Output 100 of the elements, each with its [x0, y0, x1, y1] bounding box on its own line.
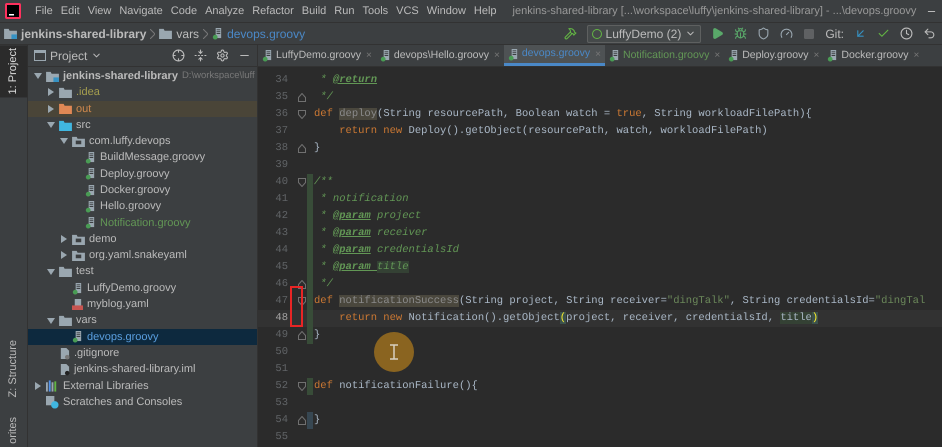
unfold-end-icon[interactable] — [298, 416, 306, 425]
debug-icon[interactable] — [734, 27, 748, 40]
coverage-icon[interactable] — [757, 27, 770, 40]
collapsed-arrow-icon[interactable] — [46, 88, 54, 96]
menu-item[interactable]: Build — [302, 2, 326, 20]
unfold-end-icon[interactable] — [298, 280, 306, 289]
tree-item[interactable]: LuffyDemo.groovy — [87, 280, 176, 296]
menu-item[interactable]: Edit — [60, 2, 80, 20]
menu-item[interactable]: Help — [474, 2, 497, 20]
menu-item[interactable]: File — [35, 2, 53, 20]
collapsed-arrow-icon[interactable] — [60, 251, 68, 260]
tree-item[interactable]: Notification.groovy — [100, 214, 190, 232]
line-number: 35 — [274, 90, 288, 105]
menu-item[interactable]: Navigate — [119, 2, 163, 20]
expanded-arrow-icon[interactable] — [46, 121, 54, 130]
menu-item[interactable]: Refactor — [252, 2, 294, 20]
tree-item[interactable]: Docker.groovy — [100, 182, 170, 198]
groovy-file-icon — [827, 49, 838, 62]
code-line: def notificationSuccess(String project, String receiver="dingTalk", String credentialsId="dingTal — [314, 294, 926, 309]
groovy-file-icon — [508, 48, 519, 60]
tree-item[interactable]: src — [76, 116, 91, 134]
line-number: 38 — [274, 140, 288, 156]
tree-item[interactable]: test — [76, 263, 94, 280]
panel-icon — [34, 50, 46, 61]
menu-item[interactable]: Window — [426, 2, 466, 20]
folder-icon — [59, 266, 72, 278]
text-cursor-icon — [374, 332, 414, 372]
collapsed-arrow-icon[interactable] — [60, 235, 68, 244]
update-icon[interactable] — [854, 27, 867, 40]
collapse-icon[interactable] — [194, 49, 207, 62]
tree-item[interactable]: jenkins-shared-library.iml — [74, 361, 196, 378]
fold-icon[interactable] — [298, 382, 306, 391]
code-line: * @param credentialsId — [319, 242, 459, 258]
tree-item[interactable]: External Libraries — [63, 378, 149, 394]
editor-tab[interactable]: Deploy.groovy × — [724, 45, 824, 66]
groovy-file-icon — [212, 27, 224, 40]
breadcrumb-item[interactable]: jenkins-shared-library — [21, 24, 146, 42]
editor-tab[interactable]: Notification.groovy × — [604, 45, 724, 66]
tool-window-tab[interactable]: 1: Project — [0, 45, 28, 98]
tree-item[interactable]: out — [76, 100, 92, 117]
editor-tab[interactable]: Docker.groovy × — [823, 45, 924, 66]
locate-icon[interactable] — [172, 49, 185, 62]
selected-row[interactable]: devops.groovy — [28, 328, 257, 346]
menu-item[interactable]: View — [88, 2, 112, 20]
line-number: 44 — [274, 242, 288, 258]
history-icon[interactable] — [900, 27, 913, 40]
groovy-file-icon — [85, 167, 96, 180]
expanded-arrow-icon[interactable] — [60, 137, 68, 146]
expanded-arrow-icon[interactable] — [34, 72, 42, 80]
tree-item[interactable]: vars — [76, 312, 97, 329]
tree-item[interactable]: Scratches and Consoles — [63, 394, 182, 410]
tree-item[interactable]: BuildMessage.groovy — [100, 149, 206, 166]
tree-item[interactable]: Deploy.groovy — [100, 166, 170, 182]
expanded-arrow-icon[interactable] — [46, 268, 54, 276]
editor-tab[interactable]: LuffyDemo.groovy × — [258, 45, 376, 66]
breadcrumb-item[interactable]: vars — [176, 24, 200, 42]
fold-icon[interactable] — [298, 178, 306, 187]
menu-item[interactable]: Analyze — [205, 2, 244, 20]
tree-item[interactable]: .gitignore — [74, 344, 120, 362]
line-number: 47 — [274, 294, 288, 309]
unfold-end-icon[interactable] — [298, 93, 306, 102]
panel-title[interactable]: Project — [50, 46, 88, 64]
fold-icon[interactable] — [298, 110, 306, 119]
folder-icon — [59, 315, 72, 326]
menu-item[interactable]: Run — [334, 2, 354, 20]
breadcrumb-item[interactable]: devops.groovy — [227, 24, 306, 42]
tree-item[interactable]: org.yaml.snakeyaml — [89, 247, 187, 264]
run-icon[interactable] — [711, 27, 724, 40]
tree-item[interactable]: devops.groovy — [87, 328, 159, 346]
groovy-file-icon — [85, 151, 96, 164]
menu-item[interactable]: Code — [170, 2, 198, 20]
fold-icon[interactable] — [298, 297, 306, 306]
groovy-file-icon — [608, 49, 620, 62]
annotation-frame — [290, 286, 303, 327]
tree-item[interactable]: .idea — [76, 84, 100, 101]
package-icon — [72, 136, 85, 147]
config-status-icon — [592, 28, 602, 38]
profiler-icon[interactable] — [780, 27, 794, 40]
groovy-file-icon — [85, 184, 96, 197]
collapsed-arrow-icon[interactable] — [46, 104, 54, 113]
tree-item[interactable]: myblog.yaml — [87, 296, 149, 313]
undo-icon[interactable] — [923, 27, 936, 40]
settings-icon[interactable] — [216, 49, 229, 62]
tool-window-tab[interactable]: orites — [0, 414, 28, 447]
tree-item[interactable]: Hello.groovy — [100, 198, 162, 215]
tree-item[interactable]: com.luffy.devops — [89, 133, 171, 150]
breadcrumb-separator-icon — [203, 28, 208, 38]
tree-item[interactable]: jenkins-shared-library — [63, 68, 178, 84]
editor-tab[interactable]: devops\Hello.groovy × — [376, 45, 504, 66]
unfold-end-icon[interactable] — [298, 144, 306, 153]
build-icon[interactable] — [564, 27, 577, 40]
tool-window-tab[interactable]: Z: Structure — [0, 336, 28, 400]
collapsed-arrow-icon[interactable] — [34, 382, 42, 390]
expanded-arrow-icon[interactable] — [46, 316, 54, 325]
run-config-dropdown[interactable]: LuffyDemo (2) — [586, 24, 702, 42]
groovy-file-icon — [72, 330, 83, 344]
unfold-end-icon[interactable] — [298, 331, 306, 340]
tree-item[interactable]: demo — [89, 230, 117, 248]
menu-item[interactable]: VCS — [396, 2, 419, 20]
menu-item[interactable]: Tools — [362, 2, 388, 20]
